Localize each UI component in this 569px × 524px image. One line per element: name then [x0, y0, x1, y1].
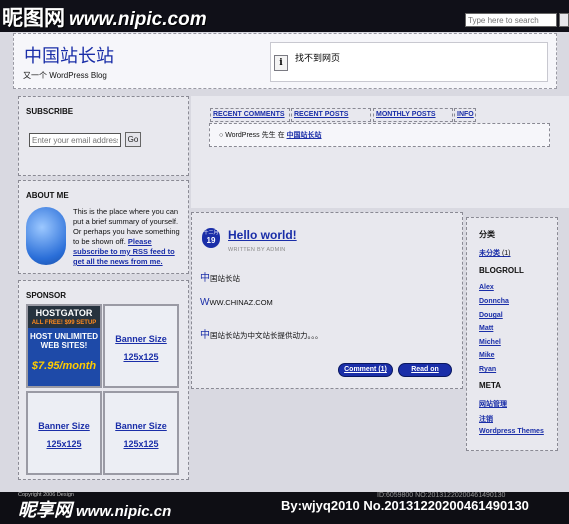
bottom-watermark: 昵享网 www.nipic.cn	[18, 500, 172, 520]
email-field[interactable]	[29, 133, 121, 147]
comment-button[interactable]: Comment (1)	[338, 363, 393, 377]
banner-ad[interactable]: Banner Size 125x125	[103, 391, 179, 475]
top-watermark-logo: 昵图网	[2, 7, 65, 30]
meta-link[interactable]: 注销	[479, 414, 493, 424]
about-panel: ABOUT ME This is the place where you can…	[18, 180, 189, 274]
recent-comment-item: ○ WordPress 先生 在 中国站长站	[219, 132, 322, 139]
post-line: WWW.CHINAZ.COM	[200, 297, 273, 308]
hostgator-tagline: ALL FREE! $99 SETUP	[31, 320, 97, 326]
banner-ad-label: Banner Size 125x125	[38, 421, 90, 449]
tab-monthly-posts[interactable]: MONTHLY POSTS	[373, 108, 453, 122]
about-summary: This is the place where you can put a br…	[73, 207, 180, 246]
hostgator-brand: HOSTGATOR ALL FREE! $99 SETUP	[28, 306, 100, 328]
blogroll-link[interactable]: Mike	[479, 352, 495, 359]
go-button[interactable]: Go	[125, 132, 141, 147]
blogroll-link[interactable]: Donncha	[479, 298, 509, 305]
blogroll-title: BLOGROLL	[479, 266, 524, 275]
post-card: 十二月 19 Hello world! WRITTEN BY ADMIN 中国站…	[191, 212, 463, 389]
sponsor-panel: SPONSOR HOSTGATOR ALL FREE! $99 SETUP HO…	[18, 280, 189, 480]
hostgator-headline: HOST UNLIMITED WEB SITES!	[30, 332, 98, 350]
category-link[interactable]: 未分类 (1)	[479, 248, 511, 258]
blogroll-link[interactable]: Matt	[479, 325, 493, 332]
site-header: 中国站长站 又一个 WordPress Blog i 找不到网页	[13, 33, 557, 89]
subscribe-title: SUBSCRIBE	[26, 107, 74, 116]
post-line: 中国站长站为中文站长提供动力。。。	[200, 330, 323, 341]
tabs-section: RECENT COMMENTS RECENT POSTS MONTHLY POS…	[191, 96, 569, 208]
recent-comment-link[interactable]: 中国站长站	[287, 132, 322, 139]
site-title[interactable]: 中国站长站	[24, 42, 114, 68]
meta-link[interactable]: 网站管理	[479, 399, 507, 409]
search-button[interactable]	[559, 13, 569, 27]
top-watermark: 昵图网 www.nipic.com	[2, 2, 207, 32]
banner-ad-label: Banner Size 125x125	[115, 421, 167, 449]
banner-ad[interactable]: Banner Size 125x125	[26, 391, 102, 475]
tab-content: ○ WordPress 先生 在 中国站长站	[209, 123, 550, 147]
read-on-button[interactable]: Read on	[398, 363, 452, 377]
about-text: This is the place where you can put a br…	[73, 207, 185, 267]
tab-recent-comments[interactable]: RECENT COMMENTS	[210, 108, 290, 122]
meta-link[interactable]: Wordpress Themes	[479, 428, 544, 435]
sponsor-title: SPONSOR	[26, 291, 67, 300]
author-watermark: By:wjyq2010 No.20131220200461490130	[281, 498, 529, 513]
post-meta: WRITTEN BY ADMIN	[228, 247, 286, 253]
banner-ad-label: Banner Size 125x125	[115, 334, 167, 362]
search-input[interactable]	[465, 13, 557, 27]
hostgator-price: $7.95/month	[31, 360, 97, 372]
page-not-found-text: 找不到网页	[295, 53, 341, 63]
hostgator-ad[interactable]: HOSTGATOR ALL FREE! $99 SETUP HOST UNLIM…	[26, 304, 102, 388]
subscribe-panel: SUBSCRIBE Go	[18, 96, 189, 176]
tab-recent-posts[interactable]: RECENT POSTS	[291, 108, 371, 122]
about-title: ABOUT ME	[26, 191, 69, 200]
bottom-watermark-bar: Copyright 2006 Design ID:6059800 NO:2013…	[0, 492, 569, 524]
top-watermark-bar: 昵图网 www.nipic.com	[0, 0, 569, 32]
hostgator-banner: HOSTGATOR ALL FREE! $99 SETUP HOST UNLIM…	[28, 306, 100, 386]
blogroll-link[interactable]: Dougal	[479, 312, 503, 319]
post-title[interactable]: Hello world!	[228, 228, 297, 242]
blogroll-link[interactable]: Michel	[479, 339, 501, 346]
avatar-icon	[26, 207, 66, 265]
categories-title: 分类	[479, 230, 495, 239]
date-badge: 十二月 19	[202, 228, 220, 248]
right-sidebar: 分类 未分类 (1) BLOGROLL Alex Donncha Dougal …	[466, 217, 558, 451]
site-description: 又一个 WordPress Blog	[23, 71, 107, 80]
blogroll-link[interactable]: Alex	[479, 284, 494, 291]
meta-title: META	[479, 381, 502, 390]
blogroll-link[interactable]: Ryan	[479, 366, 496, 373]
info-icon: i	[274, 55, 288, 71]
banner-ad[interactable]: Banner Size 125x125	[103, 304, 179, 388]
tab-info[interactable]: INFO	[454, 108, 476, 122]
top-watermark-url: www.nipic.com	[69, 9, 207, 30]
page-not-found-box: i 找不到网页	[270, 42, 548, 82]
post-line: 中国站长站	[200, 273, 240, 284]
